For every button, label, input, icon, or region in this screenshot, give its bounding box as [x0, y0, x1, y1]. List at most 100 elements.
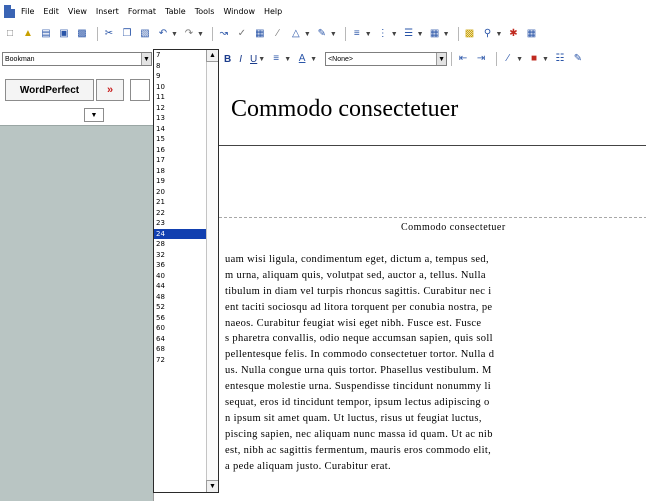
- new-document-icon[interactable]: □: [3, 27, 17, 41]
- font-size-option[interactable]: 17: [154, 155, 207, 166]
- font-size-option[interactable]: 21: [154, 197, 207, 208]
- font-size-option[interactable]: 24: [154, 228, 207, 239]
- font-size-option[interactable]: 11: [154, 92, 207, 103]
- insert-image-icon[interactable]: ▦: [253, 27, 267, 41]
- shapes-icon[interactable]: △: [289, 27, 303, 41]
- font-color-dropdown-icon[interactable]: ▼: [310, 56, 317, 63]
- scroll-down-icon[interactable]: ▼: [206, 480, 218, 492]
- numbering-dropdown-icon[interactable]: ▼: [365, 31, 372, 38]
- bold-button[interactable]: B: [224, 54, 231, 65]
- draw-line-icon[interactable]: ∕: [271, 27, 285, 41]
- font-size-option[interactable]: 36: [154, 260, 207, 271]
- open-folder-icon[interactable]: ▲: [21, 27, 35, 41]
- zoom-dropdown-icon[interactable]: ▼: [496, 31, 503, 38]
- font-size-option[interactable]: 28: [154, 239, 207, 250]
- style-brush-icon[interactable]: ∕: [501, 52, 515, 66]
- spell-check-icon[interactable]: ✎: [571, 52, 585, 66]
- font-size-dropdown-list[interactable]: 7 8 9 10 11 12 13 14 15 16 17 18 19 20 21 22 23 24 28 32 36 4…: [153, 49, 219, 493]
- numbering-icon[interactable]: ≡: [350, 27, 364, 41]
- font-size-option[interactable]: 40: [154, 271, 207, 282]
- font-size-option[interactable]: 9: [154, 71, 207, 82]
- table-dropdown-icon[interactable]: ▼: [443, 31, 450, 38]
- font-size-option[interactable]: 14: [154, 124, 207, 135]
- font-size-option[interactable]: 68: [154, 344, 207, 355]
- font-size-option[interactable]: 15: [154, 134, 207, 145]
- wordperfect-icon-button[interactable]: »: [96, 79, 124, 101]
- font-size-option[interactable]: 18: [154, 166, 207, 177]
- font-name-combo[interactable]: Bookman ▼: [2, 52, 152, 66]
- wordperfect-button[interactable]: WordPerfect: [5, 79, 94, 101]
- font-size-option[interactable]: 20: [154, 187, 207, 198]
- chevron-down-icon[interactable]: ▼: [141, 53, 151, 65]
- save-icon[interactable]: ▤: [39, 27, 53, 41]
- left-dropdown-box[interactable]: [130, 79, 150, 101]
- columns-dropdown-icon[interactable]: ▼: [417, 31, 424, 38]
- menu-file[interactable]: File: [21, 7, 34, 16]
- style-combo[interactable]: <None> ▼: [325, 52, 448, 66]
- font-size-option[interactable]: 56: [154, 313, 207, 324]
- print-preview-icon[interactable]: ▣: [57, 27, 71, 41]
- menu-insert[interactable]: Insert: [96, 7, 119, 16]
- bullets-dropdown-icon[interactable]: ▼: [391, 31, 398, 38]
- menu-tools[interactable]: Tools: [195, 7, 215, 16]
- menu-table[interactable]: Table: [165, 7, 186, 16]
- font-size-option[interactable]: 72: [154, 355, 207, 366]
- font-size-option[interactable]: 44: [154, 281, 207, 292]
- undo-dropdown-icon[interactable]: ▼: [171, 31, 178, 38]
- undo-icon[interactable]: ↶: [156, 27, 170, 41]
- highlight-icon[interactable]: ✎: [315, 27, 329, 41]
- font-size-option[interactable]: 52: [154, 302, 207, 313]
- shapes-dropdown-icon[interactable]: ▼: [304, 31, 311, 38]
- indent-increase-icon[interactable]: ⇥: [474, 52, 488, 66]
- underline-button[interactable]: U: [250, 54, 257, 65]
- menu-window[interactable]: Window: [223, 7, 255, 16]
- font-color-icon[interactable]: A: [295, 52, 309, 66]
- align-dropdown-icon[interactable]: ▼: [284, 56, 291, 63]
- font-size-option[interactable]: 48: [154, 292, 207, 303]
- font-size-option[interactable]: 32: [154, 250, 207, 261]
- check-icon[interactable]: ✓: [235, 27, 249, 41]
- copy-icon[interactable]: ❐: [120, 27, 134, 41]
- font-size-option[interactable]: 22: [154, 208, 207, 219]
- redo-icon[interactable]: ↷: [182, 27, 196, 41]
- font-size-option[interactable]: 19: [154, 176, 207, 187]
- italic-button[interactable]: I: [239, 54, 242, 65]
- menu-view[interactable]: View: [68, 7, 87, 16]
- chevron-down-icon[interactable]: ▼: [436, 53, 447, 65]
- zoom-icon[interactable]: ⚲: [481, 27, 495, 41]
- table-icon[interactable]: ▦: [428, 27, 442, 41]
- menu-help[interactable]: Help: [264, 7, 282, 16]
- font-size-option[interactable]: 8: [154, 61, 207, 72]
- columns-icon[interactable]: ☰: [402, 27, 416, 41]
- menu-format[interactable]: Format: [128, 7, 156, 16]
- menu-edit[interactable]: Edit: [43, 7, 59, 16]
- highlight-color-icon[interactable]: ■: [527, 52, 541, 66]
- print-icon[interactable]: ▩: [75, 27, 89, 41]
- left-small-dropdown[interactable]: ▼: [84, 108, 104, 122]
- indent-decrease-icon[interactable]: ⇤: [456, 52, 470, 66]
- font-size-option[interactable]: 23: [154, 218, 207, 229]
- asterisk-icon[interactable]: ✱: [506, 27, 520, 41]
- font-size-option[interactable]: 7: [154, 50, 207, 61]
- scroll-up-icon[interactable]: ▲: [206, 50, 218, 62]
- bullets-icon[interactable]: ⋮: [376, 27, 390, 41]
- chart-icon[interactable]: ▩: [463, 27, 477, 41]
- app-icon[interactable]: [4, 4, 15, 18]
- highlight-color-dropdown-icon[interactable]: ▼: [542, 56, 549, 63]
- underline-dropdown-icon[interactable]: ▼: [258, 56, 265, 63]
- hyperlink-icon[interactable]: ↝: [217, 27, 231, 41]
- font-size-option[interactable]: 60: [154, 323, 207, 334]
- font-size-option[interactable]: 64: [154, 334, 207, 345]
- dropdown-scrollbar[interactable]: [206, 62, 218, 480]
- paste-icon[interactable]: ▧: [138, 27, 152, 41]
- document-area[interactable]: Commodo consectetuer Commodo consectetue…: [153, 74, 646, 501]
- font-size-option[interactable]: 13: [154, 113, 207, 124]
- style-brush-dropdown-icon[interactable]: ▼: [516, 56, 523, 63]
- cut-icon[interactable]: ✂: [102, 27, 116, 41]
- font-size-option[interactable]: 16: [154, 145, 207, 156]
- font-size-option[interactable]: 10: [154, 82, 207, 93]
- columns-layout-icon[interactable]: ☷: [553, 52, 567, 66]
- align-icon[interactable]: ≡: [269, 52, 283, 66]
- highlight-dropdown-icon[interactable]: ▼: [330, 31, 337, 38]
- help-icon[interactable]: ▦: [524, 27, 538, 41]
